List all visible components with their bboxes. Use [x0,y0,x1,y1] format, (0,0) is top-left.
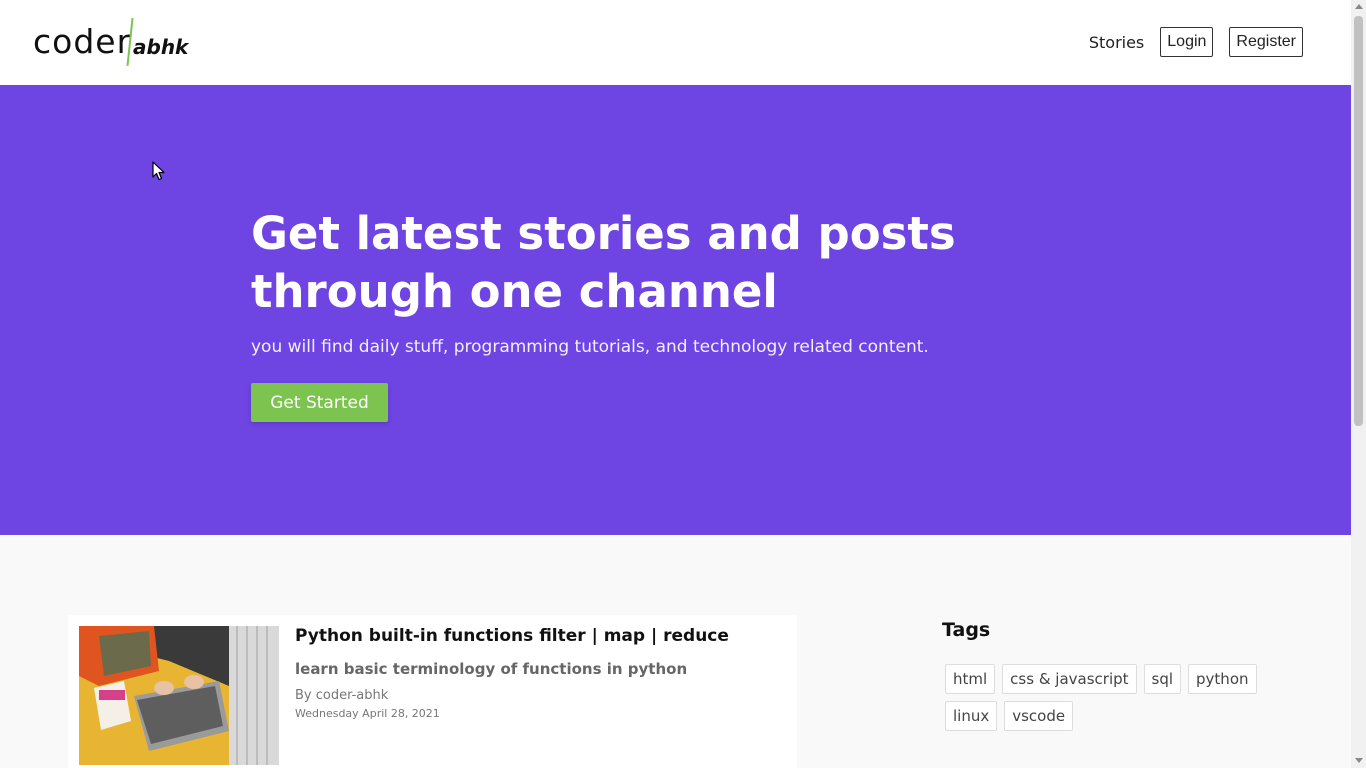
logo-main-text: coder [33,22,132,61]
post-thumbnail-image[interactable] [79,626,279,765]
navbar: coder abhk Stories Login Register [0,0,1351,85]
tags-heading: Tags [942,619,991,641]
hero-section: Get latest stories and posts through one… [0,85,1351,535]
post-title-link[interactable]: Python built-in functions filter | map |… [295,626,729,646]
tag-sql[interactable]: sql [1143,664,1182,694]
nav-links: Stories Login Register [1089,27,1303,57]
tags-list: html css & javascript sql python linux v… [945,664,1275,731]
hero-subtitle: you will find daily stuff, programming t… [251,337,929,357]
post-card[interactable]: Python built-in functions filter | map |… [68,615,797,768]
hero-title: Get latest stories and posts through one… [251,207,956,318]
tag-vscode[interactable]: vscode [1004,701,1074,731]
mouse-cursor-icon [152,161,165,181]
tag-python[interactable]: python [1188,664,1257,694]
get-started-button[interactable]: Get Started [251,383,388,422]
login-button[interactable]: Login [1160,27,1214,57]
tag-css-javascript[interactable]: css & javascript [1002,664,1137,694]
post-date: Wednesday April 28, 2021 [295,707,440,720]
post-author: By coder-abhk [295,688,389,703]
laptop-photo-illustration [79,626,279,765]
tag-linux[interactable]: linux [945,701,998,731]
logo-sub-text: abhk [133,35,189,59]
vertical-scrollbar[interactable] [1351,0,1366,768]
register-button[interactable]: Register [1229,27,1303,57]
scrollbar-thumb[interactable] [1354,16,1363,426]
scroll-down-arrow-icon[interactable] [1355,758,1363,763]
scroll-up-arrow-icon[interactable] [1355,4,1363,9]
post-description: learn basic terminology of functions in … [295,660,688,678]
nav-stories-link[interactable]: Stories [1089,28,1144,57]
site-logo[interactable]: coder abhk [33,18,188,66]
tag-html[interactable]: html [945,664,996,694]
